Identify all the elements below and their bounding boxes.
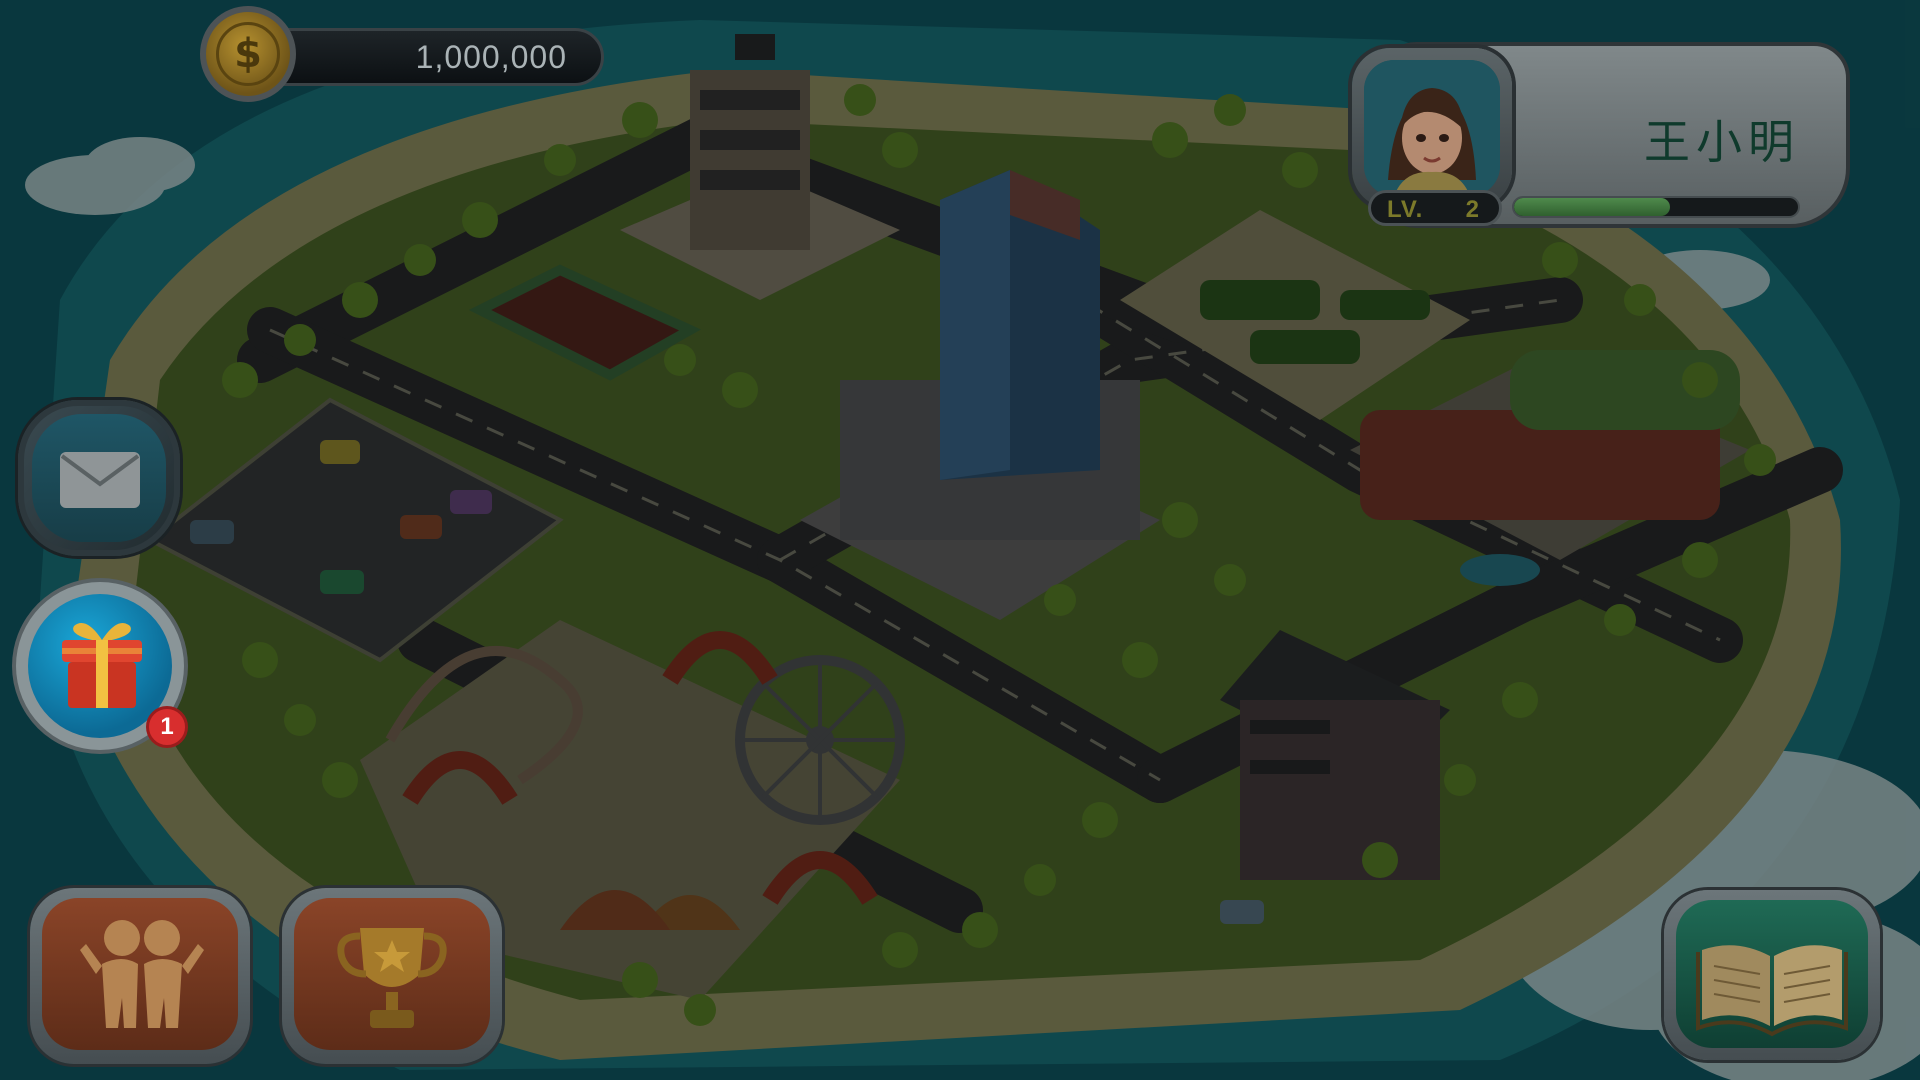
player-name: 王小明 [1644,115,1800,169]
xp-progress-fill [1514,198,1671,216]
mail-button-face [32,414,166,542]
coin-icon: $ [200,6,296,102]
xp-progress-bar [1512,196,1800,218]
gift-box-icon [62,623,142,708]
level-badge: LV. 2 [1368,190,1502,226]
trophy-icon [337,928,447,1028]
friends-button[interactable] [30,888,250,1064]
gift-notification-badge: 1 [146,706,188,748]
open-book-icon [1696,945,1848,1037]
achievements-button[interactable] [282,888,502,1064]
level-label: LV. [1387,196,1424,223]
player-profile[interactable]: 王小明 LV. 2 [1340,36,1856,236]
dollar-sign: $ [216,22,280,86]
friends-icon [80,920,204,1028]
avatar-portrait-icon [1364,60,1500,196]
guide-book-button[interactable] [1664,890,1880,1060]
avatar [1364,60,1500,196]
avatar-frame[interactable] [1352,48,1512,208]
coin-amount: 1,000,000 [415,39,567,75]
envelope-icon [60,452,140,508]
level-number: 2 [1465,196,1479,223]
mail-button[interactable] [18,400,180,556]
game-screen: 1,000,000 $ 王小明 LV. 2 1 [0,0,1920,1080]
